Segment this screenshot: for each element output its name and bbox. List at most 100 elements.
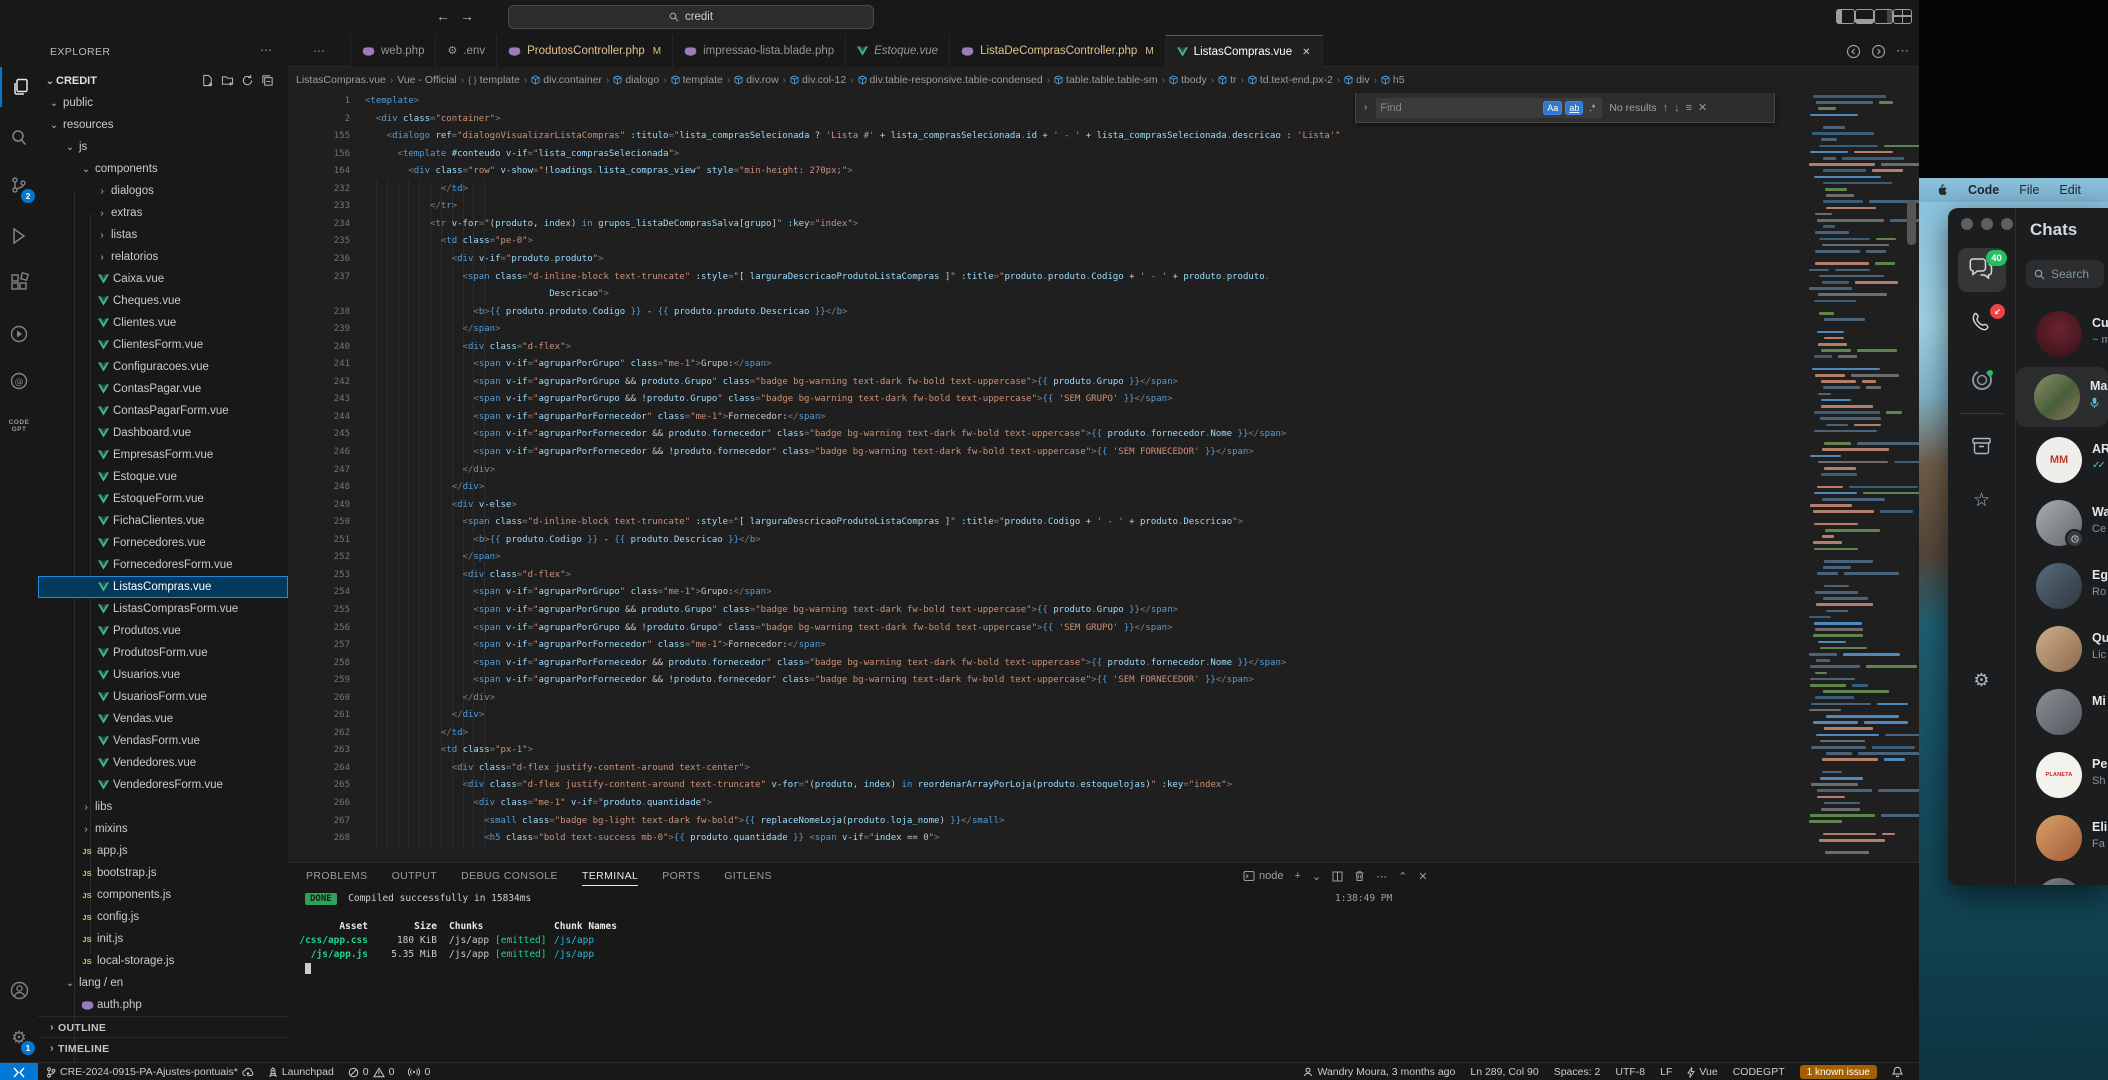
tree-item-fornecedoresform-vue[interactable]: FornecedoresForm.vue	[38, 554, 288, 576]
code-line[interactable]: 247</div>	[288, 462, 1805, 480]
code-line[interactable]: 239</span>	[288, 321, 1805, 339]
breadcrumb-item[interactable]: table.table.table-sm	[1054, 74, 1158, 86]
tree-item-mixins[interactable]: ›mixins	[38, 818, 288, 840]
gitlens-blame-item[interactable]: Wandry Moura, 3 months ago	[1303, 1066, 1455, 1078]
collapse-all-icon[interactable]	[261, 74, 274, 87]
tree-item-estoqueform-vue[interactable]: EstoqueForm.vue	[38, 488, 288, 510]
panel-tab-problems[interactable]: PROBLEMS	[306, 870, 368, 882]
code-line[interactable]: 246<span v-if="agruparPorFornecedor && !…	[288, 444, 1805, 462]
archived-tab-icon[interactable]	[1948, 436, 2015, 456]
code-line[interactable]: 155<dialogo ref="dialogoVisualizarListaC…	[288, 128, 1805, 146]
code-line[interactable]: 156<template #conteudo v-if="lista_compr…	[288, 146, 1805, 164]
forwarded-ports-item[interactable]: 0	[408, 1066, 430, 1078]
tree-item-fornecedores-vue[interactable]: Fornecedores.vue	[38, 532, 288, 554]
tree-item-usuariosform-vue[interactable]: UsuariosForm.vue	[38, 686, 288, 708]
regex-button[interactable]: .*	[1586, 102, 1598, 114]
tree-item-dashboard-vue[interactable]: Dashboard.vue	[38, 422, 288, 444]
code-line[interactable]: 234<tr v-for="(produto, index) in grupos…	[288, 216, 1805, 234]
code-line[interactable]: 251<b>{{ produto.Codigo }} - {{ produto.…	[288, 532, 1805, 550]
activity-run-debug-icon[interactable]	[0, 216, 38, 256]
breadcrumb-item[interactable]: div.row	[734, 74, 778, 86]
tree-item-estoque-vue[interactable]: Estoque.vue	[38, 466, 288, 488]
panel-tab-gitlens[interactable]: GITLENS	[724, 870, 772, 882]
tree-item-usuarios-vue[interactable]: Usuarios.vue	[38, 664, 288, 686]
toggle-panel-icon[interactable]	[1855, 9, 1874, 24]
code-line[interactable]: 259<span v-if="agruparPorFornecedor && !…	[288, 672, 1805, 690]
breadcrumb-item[interactable]: div.table-responsive.table-condensed	[858, 74, 1043, 86]
tree-item-js[interactable]: ⌄js	[38, 136, 288, 158]
customize-layout-icon[interactable]	[1893, 9, 1912, 24]
code-line[interactable]: 249<div v-else>	[288, 497, 1805, 515]
more-actions-icon[interactable]: ⋯	[1896, 42, 1909, 60]
tree-item-vendas-vue[interactable]: Vendas.vue	[38, 708, 288, 730]
tree-item-vendedoresform-vue[interactable]: VendedoresForm.vue	[38, 774, 288, 796]
breadcrumb-item[interactable]: td.text-end.px-2	[1248, 74, 1333, 86]
code-line[interactable]: 240<div class="d-flex">	[288, 339, 1805, 357]
chat-list-item[interactable]: EgRo	[2018, 556, 2108, 616]
tree-item-produtos-vue[interactable]: Produtos.vue	[38, 620, 288, 642]
activity-remote-explorer-icon[interactable]: @	[0, 361, 38, 401]
tree-item-configuracoes-vue[interactable]: Configuracoes.vue	[38, 356, 288, 378]
tree-item-extras[interactable]: ›extras	[38, 202, 288, 224]
code-line[interactable]: 253<div class="d-flex">	[288, 567, 1805, 585]
breadcrumb-item[interactable]: ListasCompras.vue	[296, 74, 386, 86]
tab-listascompras-vue[interactable]: ListasCompras.vue✕	[1166, 35, 1323, 69]
activity-live-share-icon[interactable]	[0, 314, 38, 354]
tree-item-bootstrap-js[interactable]: JSbootstrap.js	[38, 862, 288, 884]
close-icon[interactable]: ✕	[1302, 47, 1310, 58]
code-line[interactable]: 258<span v-if="agruparPorFornecedor && p…	[288, 655, 1805, 673]
tree-item-resources[interactable]: ⌄resources	[38, 114, 288, 136]
find-in-selection-icon[interactable]: ≡	[1686, 102, 1692, 114]
tree-item-empresasform-vue[interactable]: EmpresasForm.vue	[38, 444, 288, 466]
code-line[interactable]: 248</div>	[288, 479, 1805, 497]
tree-item-listascomprasform-vue[interactable]: ListasComprasForm.vue	[38, 598, 288, 620]
code-line[interactable]: 235<td class="pe-0">	[288, 233, 1805, 251]
tree-item-produtosform-vue[interactable]: ProdutosForm.vue	[38, 642, 288, 664]
nav-back-circle-icon[interactable]	[1846, 44, 1861, 59]
code-line[interactable]: 241<span v-if="agruparPorGrupo" class="m…	[288, 356, 1805, 374]
code-line[interactable]: 266<div class="me-1" v-if="produto.quant…	[288, 795, 1805, 813]
code-line[interactable]: 268<h5 class="bold text-success mb-0">{{…	[288, 830, 1805, 848]
indentation-item[interactable]: Spaces: 2	[1554, 1066, 1601, 1078]
known-issue-badge[interactable]: 1 known issue	[1800, 1065, 1877, 1079]
chats-tab-icon[interactable]: 40	[1948, 256, 2015, 281]
menu-edit[interactable]: Edit	[2059, 183, 2081, 197]
code-line[interactable]: 243<span v-if="agruparPorGrupo && !produ…	[288, 391, 1805, 409]
calls-tab-icon[interactable]: ↙	[1948, 311, 2015, 332]
chat-list-item[interactable]: PLANETAPeSh	[2018, 745, 2108, 805]
notifications-bell-icon[interactable]	[1892, 1066, 1903, 1078]
code-line[interactable]: 250<span class="d-inline-block text-trun…	[288, 514, 1805, 532]
code-line[interactable]: 254<span v-if="agruparPorGrupo" class="m…	[288, 584, 1805, 602]
code-line[interactable]: 264<div class="d-flex justify-content-ar…	[288, 760, 1805, 778]
maximize-panel-icon[interactable]: ⌃	[1398, 870, 1407, 883]
tab-web-php[interactable]: web.php	[351, 35, 436, 67]
tree-item-public[interactable]: ⌄public	[38, 92, 288, 114]
status-tab-icon[interactable]	[1948, 368, 2015, 392]
more-icon[interactable]: ⋯	[1376, 870, 1387, 883]
tree-item-auth-php[interactable]: auth.php	[38, 994, 288, 1016]
whole-word-button[interactable]: ab	[1565, 101, 1583, 115]
panel-tab-output[interactable]: OUTPUT	[392, 870, 438, 882]
code-line[interactable]: 252</span>	[288, 549, 1805, 567]
settings-tab-icon[interactable]: ⚙	[1948, 671, 2015, 689]
tree-item-config-js[interactable]: JSconfig.js	[38, 906, 288, 928]
code-line[interactable]: 256<span v-if="agruparPorGrupo && !produ…	[288, 620, 1805, 638]
language-mode-item[interactable]: Vue	[1687, 1066, 1717, 1078]
outline-section[interactable]: ›OUTLINE	[38, 1016, 288, 1038]
kill-terminal-icon[interactable]	[1354, 870, 1365, 882]
remote-indicator[interactable]	[0, 1063, 38, 1080]
code-line[interactable]: 265<div class="d-flex justify-content-ar…	[288, 777, 1805, 795]
nav-forward-icon[interactable]: →	[460, 8, 474, 24]
panel-tab-debug-console[interactable]: DEBUG CONSOLE	[461, 870, 558, 882]
codegpt-item[interactable]: CODEGPT	[1733, 1066, 1785, 1078]
breadcrumb-item[interactable]: h5	[1381, 74, 1405, 86]
code-line[interactable]: 232</td>	[288, 181, 1805, 199]
activity-settings-icon[interactable]: ⚙1	[0, 1017, 38, 1057]
menu-app-name[interactable]: Code	[1968, 183, 1999, 197]
match-case-button[interactable]: Aa	[1543, 101, 1562, 115]
chat-list-item[interactable]: QuLic	[2018, 619, 2108, 679]
code-line[interactable]: 263<td class="px-1">	[288, 742, 1805, 760]
close-icon[interactable]: ✕	[1698, 101, 1707, 114]
close-panel-icon[interactable]: ✕	[1418, 870, 1427, 883]
breadcrumb-item[interactable]: tbody	[1169, 74, 1207, 86]
